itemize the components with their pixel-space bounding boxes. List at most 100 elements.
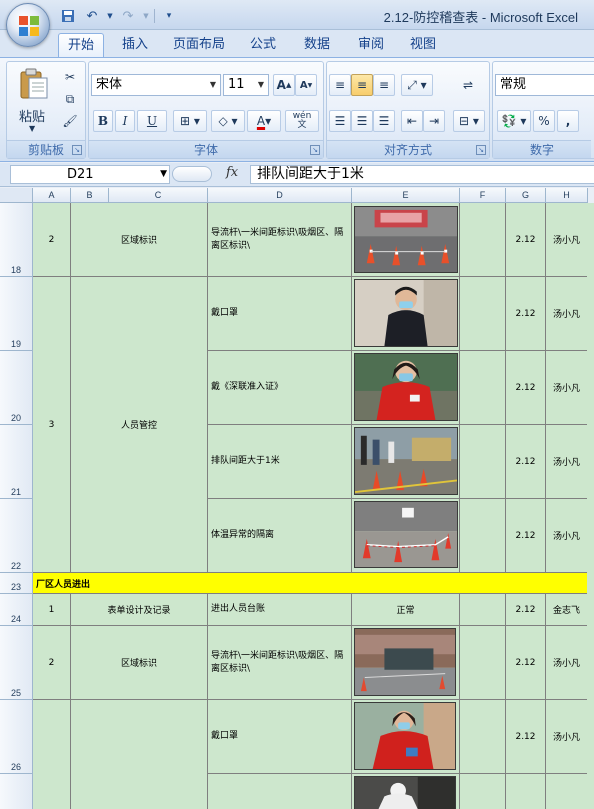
column-header-g[interactable]: G (506, 188, 546, 203)
cell-b26[interactable] (71, 700, 208, 809)
column-header-e[interactable]: E (352, 188, 460, 203)
font-name-combo[interactable]: 宋体 ▼ (91, 74, 221, 96)
row-header-18[interactable]: 18 (0, 203, 33, 277)
cell-b19-22[interactable]: 人员管控 (71, 277, 208, 573)
cell-a18[interactable]: 2 (33, 203, 71, 277)
cell-d20[interactable]: 戴《深联准入证》 (208, 351, 352, 425)
photo-queue-cones[interactable] (354, 427, 458, 495)
customize-qat-icon[interactable]: ▾ (159, 7, 179, 25)
column-header-a[interactable]: A (33, 188, 71, 203)
cell-d22[interactable]: 体温异常的隔离 (208, 499, 352, 573)
align-top-icon[interactable]: ≡ (329, 74, 351, 96)
select-all-corner[interactable] (0, 188, 33, 203)
column-header-b[interactable]: B (71, 188, 109, 203)
cell-g26[interactable]: 2.12 (506, 700, 546, 774)
copy-icon[interactable]: ⧉ (59, 88, 81, 110)
accounting-format-icon[interactable]: 💱 ▾ (497, 110, 531, 132)
cut-icon[interactable]: ✂ (59, 66, 81, 88)
cell-b24[interactable]: 表单设计及记录 (71, 594, 208, 626)
cell-h18[interactable]: 汤小凡 (546, 203, 588, 277)
cell-a24[interactable]: 1 (33, 594, 71, 626)
row-header-19[interactable]: 19 (0, 277, 33, 351)
tab-home[interactable]: 开始 (58, 33, 104, 57)
comma-style-button[interactable]: , (557, 110, 579, 132)
cell-g24[interactable]: 2.12 (506, 594, 546, 626)
merge-center-icon[interactable]: ⊟ ▾ (453, 110, 485, 132)
cell-h21[interactable]: 汤小凡 (546, 425, 588, 499)
cell-d24[interactable]: 进出人员台账 (208, 594, 352, 626)
cell-d26[interactable]: 戴口罩 (208, 700, 352, 774)
cell-g21[interactable]: 2.12 (506, 425, 546, 499)
font-name-dropdown-icon[interactable]: ▼ (206, 75, 220, 95)
tab-data[interactable]: 数据 (294, 33, 340, 57)
cell-h26[interactable]: 汤小凡 (546, 700, 588, 774)
row-header-26[interactable]: 26 (0, 700, 33, 774)
row-header-27[interactable] (0, 774, 33, 809)
align-bottom-icon[interactable]: ≡ (373, 74, 395, 96)
cell-d27[interactable] (208, 774, 352, 809)
tab-formulas[interactable]: 公式 (240, 33, 286, 57)
phonetic-guide-button[interactable]: wén 文 (285, 110, 319, 132)
paste-dropdown-icon[interactable]: ▼ (29, 124, 35, 133)
row-header-21[interactable]: 21 (0, 425, 33, 499)
italic-button[interactable]: I (115, 110, 135, 132)
borders-icon[interactable]: ⊞ ▾ (173, 110, 207, 132)
row-header-23[interactable]: 23 (0, 573, 33, 594)
photo-barrier-area[interactable] (354, 206, 458, 273)
redo-dropdown-icon[interactable]: ▼ (142, 7, 150, 25)
cell-f27[interactable] (460, 774, 506, 809)
cell-f24[interactable] (460, 594, 506, 626)
align-left-icon[interactable]: ☰ (329, 110, 351, 132)
undo-dropdown-icon[interactable]: ▼ (106, 7, 114, 25)
font-size-dropdown-icon[interactable]: ▼ (254, 75, 268, 95)
cell-a25[interactable]: 2 (33, 626, 71, 700)
cell-h25[interactable]: 汤小凡 (546, 626, 588, 700)
fill-color-icon[interactable]: ◇ ▾ (211, 110, 245, 132)
font-launcher-icon[interactable]: ↘ (310, 145, 320, 155)
increase-indent-icon[interactable]: ⇥ (423, 110, 445, 132)
name-box-dropdown-icon[interactable]: ▼ (160, 166, 167, 183)
cell-f19[interactable] (460, 277, 506, 351)
decrease-indent-icon[interactable]: ⇤ (401, 110, 423, 132)
name-box[interactable]: D21 ▼ (10, 165, 170, 184)
photo-guard-mask[interactable] (354, 279, 458, 347)
shrink-font-icon[interactable]: A ▼ (295, 74, 317, 96)
paste-icon[interactable] (19, 68, 49, 100)
number-format-combo[interactable]: 常规 (495, 74, 594, 96)
cell-f21[interactable] (460, 425, 506, 499)
tab-view[interactable]: 视图 (400, 33, 446, 57)
formula-splitter-handle[interactable] (172, 166, 212, 182)
photo-mask-worker[interactable] (354, 702, 456, 770)
alignment-launcher-icon[interactable]: ↘ (476, 145, 486, 155)
cell-h27[interactable] (546, 774, 588, 809)
section-header-cell[interactable]: 厂区人员进出 (33, 573, 588, 594)
cell-b18[interactable]: 区域标识 (71, 203, 208, 277)
align-right-icon[interactable]: ☰ (373, 110, 395, 132)
percent-style-button[interactable]: % (533, 110, 555, 132)
photo-entrance-barrier[interactable] (354, 628, 456, 696)
photo-isolation-cones[interactable] (354, 501, 458, 568)
paste-button[interactable]: 粘贴 (19, 106, 45, 125)
cell-f20[interactable] (460, 351, 506, 425)
office-button[interactable] (6, 3, 50, 47)
align-middle-icon[interactable]: ≡ (351, 74, 373, 96)
bold-button[interactable]: B (93, 110, 113, 132)
undo-icon[interactable]: ↶ (82, 7, 102, 25)
cell-g18[interactable]: 2.12 (506, 203, 546, 277)
underline-button[interactable]: U (137, 110, 167, 132)
cell-g27[interactable] (506, 774, 546, 809)
wrap-text-icon[interactable]: ⇌ (455, 74, 481, 96)
row-header-24[interactable]: 24 (0, 594, 33, 626)
grow-font-icon[interactable]: A ▲ (273, 74, 295, 96)
orientation-icon[interactable]: ⤢ ▾ (401, 74, 433, 96)
tab-review[interactable]: 审阅 (348, 33, 394, 57)
cell-f25[interactable] (460, 626, 506, 700)
font-color-icon[interactable]: A ▾ (247, 110, 281, 132)
photo-white-suit-worker[interactable] (354, 776, 456, 809)
photo-red-coat-worker[interactable] (354, 353, 458, 421)
row-header-20[interactable]: 20 (0, 351, 33, 425)
cell-f18[interactable] (460, 203, 506, 277)
insert-function-button[interactable]: fx (226, 165, 238, 180)
column-header-d[interactable]: D (208, 188, 352, 203)
cell-d21[interactable]: 排队间距大于1米 (208, 425, 352, 499)
